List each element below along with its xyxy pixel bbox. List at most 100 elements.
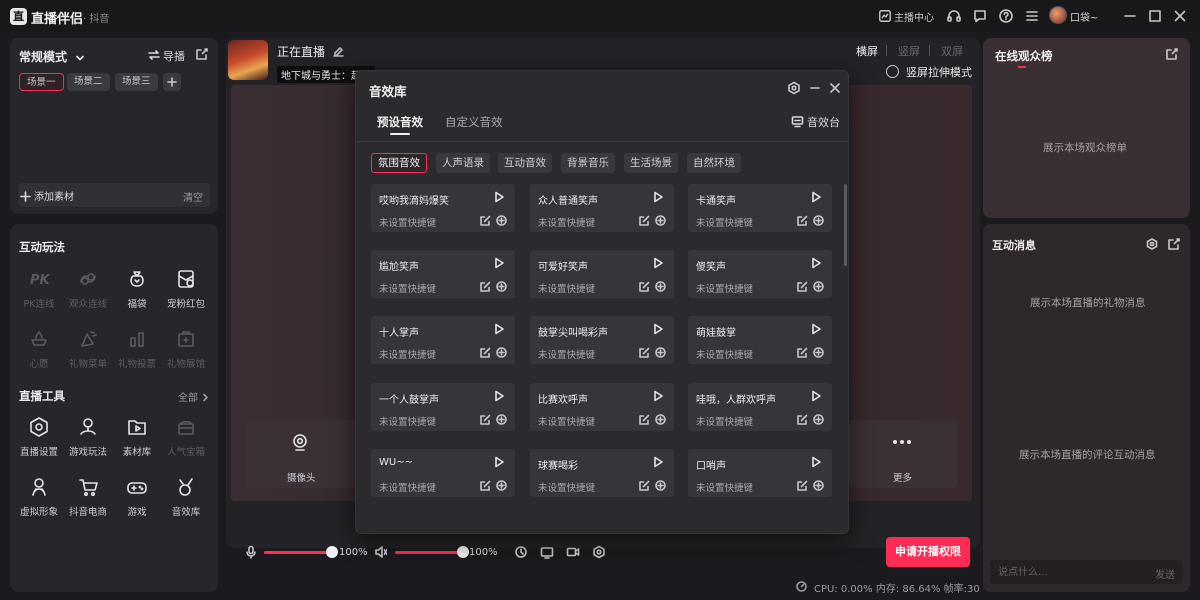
speaker-volume-handle[interactable]: [457, 546, 469, 558]
add-circle-icon[interactable]: [813, 281, 824, 292]
add-scene-button[interactable]: [163, 73, 181, 91]
add-circle-icon[interactable]: [496, 414, 507, 425]
play-icon[interactable]: [493, 257, 505, 269]
category-voice-quotes[interactable]: 人声语录: [436, 153, 490, 173]
edit-icon[interactable]: [639, 281, 650, 292]
wish-item[interactable]: 心愿: [14, 328, 64, 370]
tab-landscape[interactable]: 横屏: [856, 43, 878, 59]
treasure-box-item[interactable]: 人气宝箱: [161, 416, 211, 458]
play-icon[interactable]: [810, 390, 822, 402]
tab-custom-sounds[interactable]: 自定义音效: [445, 114, 503, 130]
scene-chip-2[interactable]: 场景二: [67, 73, 110, 91]
add-circle-icon[interactable]: [655, 215, 666, 226]
sound-card[interactable]: 比赛欢呼声 未设置快捷键: [530, 383, 674, 431]
virtual-avatar-item[interactable]: 虚拟形象: [14, 476, 64, 518]
scene-chip-1[interactable]: 场景一: [19, 73, 64, 91]
edit-icon[interactable]: [639, 414, 650, 425]
add-circle-icon[interactable]: [655, 347, 666, 358]
sound-card[interactable]: 萌娃鼓掌 未设置快捷键: [688, 316, 832, 364]
maximize-icon[interactable]: [1147, 8, 1163, 24]
clear-button[interactable]: 清空: [183, 189, 203, 204]
sound-card[interactable]: 十人掌声 未设置快捷键: [371, 316, 515, 364]
settings-gear-icon[interactable]: [1146, 238, 1158, 250]
popout-icon[interactable]: [196, 48, 208, 60]
audience-link-item[interactable]: 观众连线: [63, 268, 113, 310]
play-icon[interactable]: [493, 191, 505, 203]
edit-icon[interactable]: [333, 46, 344, 57]
ecommerce-item[interactable]: 抖音电商: [63, 476, 113, 518]
play-icon[interactable]: [810, 257, 822, 269]
record-icon[interactable]: [566, 545, 580, 559]
play-icon[interactable]: [652, 257, 664, 269]
sound-card[interactable]: 口哨声 未设置快捷键: [688, 449, 832, 497]
sound-card[interactable]: 可爱好笑声 未设置快捷键: [530, 250, 674, 298]
popout-icon[interactable]: [1166, 48, 1178, 60]
edit-icon[interactable]: [797, 281, 808, 292]
minimize-icon[interactable]: [1122, 8, 1138, 24]
category-bgm[interactable]: 背景音乐: [561, 153, 615, 173]
play-icon[interactable]: [652, 191, 664, 203]
send-button[interactable]: 发送: [1155, 566, 1175, 581]
stream-cover-avatar[interactable]: [228, 40, 268, 80]
tab-portrait[interactable]: 竖屏: [898, 43, 920, 59]
close-icon[interactable]: [1172, 8, 1188, 24]
edit-icon[interactable]: [797, 347, 808, 358]
add-circle-icon[interactable]: [655, 414, 666, 425]
live-settings-item[interactable]: 直播设置: [14, 416, 64, 458]
close-icon[interactable]: [828, 81, 842, 95]
edit-icon[interactable]: [480, 347, 491, 358]
add-material-button[interactable]: 添加素材: [20, 188, 74, 203]
game-item[interactable]: 游戏: [112, 476, 162, 518]
speaker-icon[interactable]: [374, 545, 388, 559]
play-icon[interactable]: [493, 390, 505, 402]
pk-link-item[interactable]: PK PK连线: [14, 268, 64, 310]
play-icon[interactable]: [810, 323, 822, 335]
gift-vote-item[interactable]: 礼物投票: [112, 328, 162, 370]
play-icon[interactable]: [810, 456, 822, 468]
red-packet-item[interactable]: 宠粉红包: [161, 268, 211, 310]
edit-icon[interactable]: [480, 414, 491, 425]
sound-card[interactable]: 球赛喝彩 未设置快捷键: [530, 449, 674, 497]
apply-live-permission-button[interactable]: 申请开播权限: [886, 537, 970, 567]
sound-card[interactable]: 一个人鼓掌声 未设置快捷键: [371, 383, 515, 431]
add-circle-icon[interactable]: [496, 347, 507, 358]
play-icon[interactable]: [652, 456, 664, 468]
category-nature[interactable]: 自然环境: [687, 153, 741, 173]
sound-effect-item[interactable]: 音效库: [161, 476, 211, 518]
category-life-scenes[interactable]: 生活场景: [624, 153, 678, 173]
headset-icon[interactable]: [946, 8, 962, 24]
sound-card[interactable]: 尴尬笑声 未设置快捷键: [371, 250, 515, 298]
edit-icon[interactable]: [480, 215, 491, 226]
mic-volume-handle[interactable]: [326, 546, 338, 558]
tab-dual[interactable]: 双屏: [941, 43, 963, 59]
settings-gear-icon[interactable]: [787, 81, 801, 95]
play-icon[interactable]: [493, 456, 505, 468]
sound-card[interactable]: WU~~ 未设置快捷键: [371, 449, 515, 497]
sound-board-button[interactable]: 音效台: [807, 114, 840, 130]
add-circle-icon[interactable]: [655, 281, 666, 292]
voice-change-icon[interactable]: [514, 545, 528, 559]
chat-input[interactable]: [998, 564, 1138, 580]
host-center-link[interactable]: 主播中心: [894, 9, 934, 24]
sound-card[interactable]: 鼓掌尖叫喝彩声 未设置快捷键: [530, 316, 674, 364]
edit-icon[interactable]: [480, 281, 491, 292]
gift-gallery-item[interactable]: 礼物展馆: [161, 328, 211, 370]
sound-card[interactable]: 哎哟我滴妈爆笑 未设置快捷键: [371, 184, 515, 232]
sound-card[interactable]: 卡通笑声 未设置快捷键: [688, 184, 832, 232]
category-atmosphere[interactable]: 氛围音效: [371, 153, 427, 173]
edit-icon[interactable]: [797, 480, 808, 491]
tab-preset-sounds[interactable]: 预设音效: [377, 114, 423, 130]
sound-card[interactable]: 哇哦，人群欢呼声 未设置快捷键: [688, 383, 832, 431]
all-tools-link[interactable]: 全部: [178, 389, 210, 404]
edit-icon[interactable]: [639, 347, 650, 358]
add-circle-icon[interactable]: [496, 215, 507, 226]
add-circle-icon[interactable]: [813, 480, 824, 491]
mode-selector[interactable]: 常规模式: [19, 48, 85, 65]
play-icon[interactable]: [493, 323, 505, 335]
edit-icon[interactable]: [639, 215, 650, 226]
stretch-mode-radio[interactable]: [886, 65, 899, 78]
audience-rank-title[interactable]: 在线观众榜: [995, 48, 1053, 64]
menu-icon[interactable]: [1024, 8, 1040, 24]
add-circle-icon[interactable]: [496, 281, 507, 292]
message-bubble-icon[interactable]: [972, 8, 988, 24]
